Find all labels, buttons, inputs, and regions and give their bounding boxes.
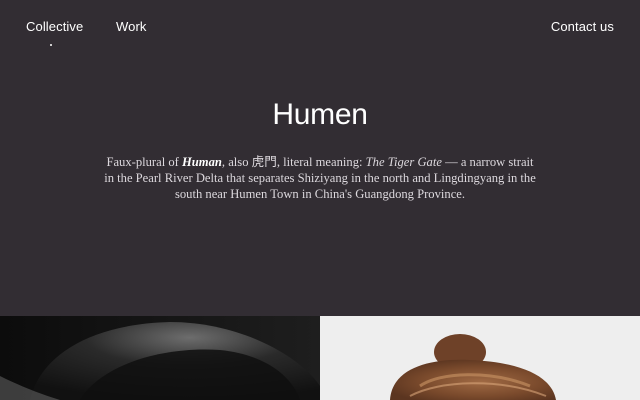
page-title: Humen <box>272 98 368 131</box>
desc-mid: , also 虎門, literal meaning: <box>221 155 366 169</box>
nav-work-link[interactable]: Work <box>116 19 147 34</box>
top-navigation: Collective Work Contact us <box>0 0 640 60</box>
hero-description: Faux-plural of Human, also 虎門, literal m… <box>100 154 540 202</box>
portrait-right-image <box>320 316 640 400</box>
portrait-left-image <box>0 316 320 400</box>
portrait-photo-left[interactable] <box>0 316 320 400</box>
desc-italic-phrase: The Tiger Gate <box>365 155 442 169</box>
portrait-photo-right[interactable] <box>320 316 640 400</box>
desc-prefix: Faux-plural of <box>106 155 182 169</box>
brand-dot <box>50 44 52 46</box>
brand-link[interactable]: Collective <box>26 19 83 34</box>
contact-us-link[interactable]: Contact us <box>551 19 614 34</box>
desc-bold-word: Human <box>182 155 222 169</box>
